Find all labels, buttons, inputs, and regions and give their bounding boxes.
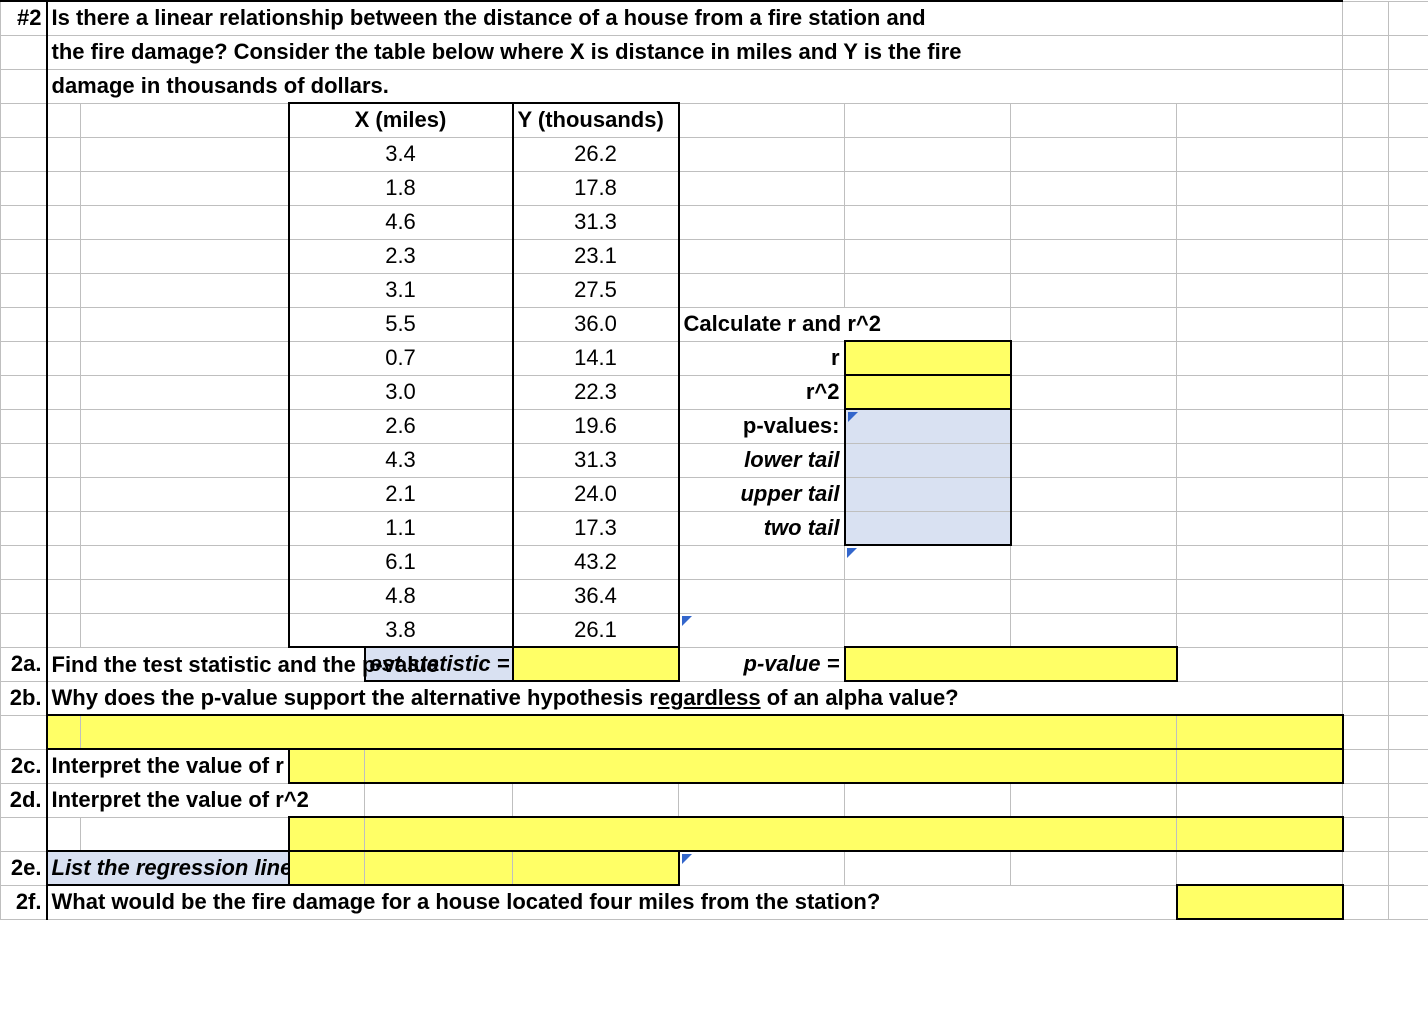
data-y: 14.1 xyxy=(513,341,679,375)
data-x: 4.6 xyxy=(289,205,513,239)
data-x: 4.8 xyxy=(289,579,513,613)
data-x: 3.0 xyxy=(289,375,513,409)
data-x: 2.3 xyxy=(289,239,513,273)
part-2d-num: 2d. xyxy=(1,783,47,817)
data-y: 17.3 xyxy=(513,511,679,545)
answer-pvalues[interactable] xyxy=(845,409,1011,443)
cell-comment[interactable] xyxy=(679,851,845,885)
answer-lower-tail[interactable] xyxy=(845,443,1011,477)
part-2d-text: Interpret the value of r^2 xyxy=(47,783,365,817)
cell-comment[interactable] xyxy=(845,545,1011,579)
comment-indicator-icon xyxy=(847,548,857,558)
part-2a-num: 2a. xyxy=(1,647,47,681)
answer-2f[interactable] xyxy=(1177,885,1343,919)
col-header-x: X (miles) xyxy=(289,103,513,137)
label-p-value: p-value = xyxy=(679,647,845,681)
part-2f-text: What would be the fire damage for a hous… xyxy=(47,885,1177,919)
data-x: 0.7 xyxy=(289,341,513,375)
question-number: #2 xyxy=(1,1,47,35)
data-y: 36.0 xyxy=(513,307,679,341)
answer-2d[interactable] xyxy=(289,817,365,851)
comment-indicator-icon xyxy=(848,412,858,422)
answer-2b[interactable] xyxy=(47,715,81,749)
answer-p-value[interactable] xyxy=(845,647,1177,681)
part-2b-text: Why does the p-value support the alterna… xyxy=(47,681,1343,715)
answer-2e[interactable] xyxy=(289,851,365,885)
label-lower-tail: lower tail xyxy=(679,443,845,477)
label-r: r xyxy=(679,341,845,375)
data-x: 1.1 xyxy=(289,511,513,545)
answer-2c[interactable] xyxy=(289,749,365,783)
answer-upper-tail[interactable] xyxy=(845,477,1011,511)
calc-title: Calculate r and r^2 xyxy=(679,307,1011,341)
comment-indicator-icon xyxy=(682,854,692,864)
answer-two-tail[interactable] xyxy=(845,511,1011,545)
question-line-3: damage in thousands of dollars. xyxy=(47,69,1343,103)
question-line-1: Is there a linear relationship between t… xyxy=(47,1,1343,35)
comment-indicator-icon xyxy=(682,616,692,626)
label-upper-tail: upper tail xyxy=(679,477,845,511)
data-y: 26.1 xyxy=(513,613,679,647)
data-x: 2.6 xyxy=(289,409,513,443)
data-y: 31.3 xyxy=(513,443,679,477)
cell-comment[interactable] xyxy=(679,613,845,647)
label-pvalues: p-values: xyxy=(679,409,845,443)
data-x: 5.5 xyxy=(289,307,513,341)
data-y: 27.5 xyxy=(513,273,679,307)
part-2e-num: 2e. xyxy=(1,851,47,885)
label-two-tail: two tail xyxy=(679,511,845,545)
data-y: 24.0 xyxy=(513,477,679,511)
data-x: 1.8 xyxy=(289,171,513,205)
part-2c-num: 2c. xyxy=(1,749,47,783)
data-y: 19.6 xyxy=(513,409,679,443)
data-y: 26.2 xyxy=(513,137,679,171)
spreadsheet-grid[interactable]: #2 Is there a linear relationship betwee… xyxy=(0,0,1428,920)
answer-r2[interactable] xyxy=(845,375,1011,409)
data-y: 36.4 xyxy=(513,579,679,613)
part-2e-text: List the regression line xyxy=(47,851,289,885)
question-line-2: the fire damage? Consider the table belo… xyxy=(47,35,1343,69)
part-2f-num: 2f. xyxy=(1,885,47,919)
col-header-y: Y (thousands) xyxy=(513,103,679,137)
part-2b-num: 2b. xyxy=(1,681,47,715)
data-y: 23.1 xyxy=(513,239,679,273)
data-x: 3.1 xyxy=(289,273,513,307)
data-y: 17.8 xyxy=(513,171,679,205)
data-y: 43.2 xyxy=(513,545,679,579)
data-x: 3.8 xyxy=(289,613,513,647)
answer-test-statistic[interactable] xyxy=(513,647,679,681)
data-x: 6.1 xyxy=(289,545,513,579)
part-2c-text: Interpret the value of r xyxy=(47,749,289,783)
data-x: 4.3 xyxy=(289,443,513,477)
data-y: 22.3 xyxy=(513,375,679,409)
label-r2: r^2 xyxy=(679,375,845,409)
data-y: 31.3 xyxy=(513,205,679,239)
part-2a-text: Find the test statistic and the p-value xyxy=(52,652,440,678)
data-x: 3.4 xyxy=(289,137,513,171)
data-x: 2.1 xyxy=(289,477,513,511)
answer-r[interactable] xyxy=(845,341,1011,375)
